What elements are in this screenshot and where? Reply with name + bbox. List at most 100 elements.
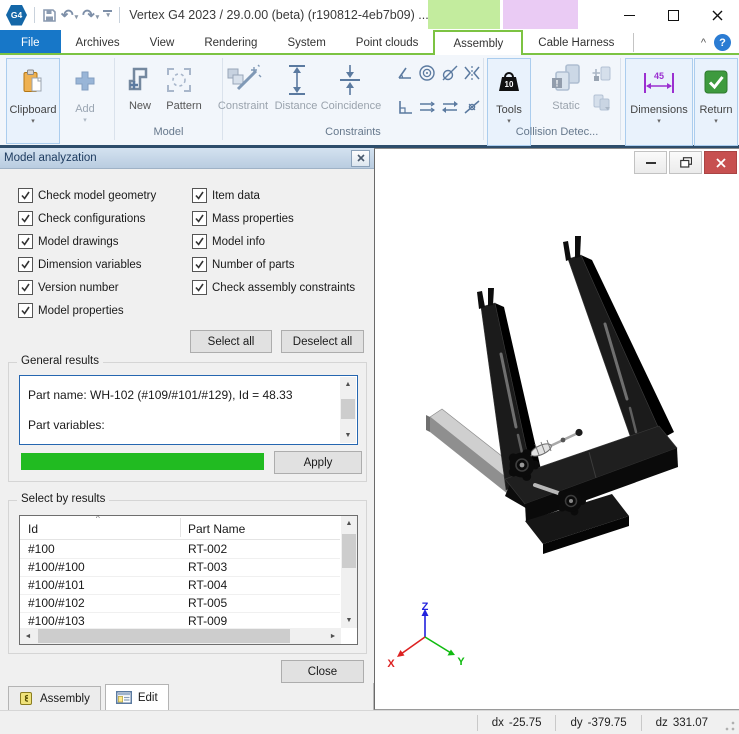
- add-button[interactable]: Add ▾: [62, 58, 108, 142]
- tangent-constraint-button[interactable]: [441, 64, 459, 85]
- tab-archives[interactable]: Archives: [61, 30, 135, 55]
- checkbox-mass-properties[interactable]: Mass properties: [192, 211, 294, 226]
- static-button[interactable]: !: [548, 63, 586, 96]
- close-dialog-button[interactable]: Close: [281, 660, 364, 683]
- coincidence-label[interactable]: Coincidence: [316, 100, 386, 112]
- undo-dropdown-icon[interactable]: ▾: [75, 14, 79, 23]
- redo-dropdown-icon[interactable]: ▾: [96, 14, 100, 23]
- table-row[interactable]: #100RT-002: [20, 540, 340, 559]
- undo-button[interactable]: ↶▾: [61, 8, 78, 23]
- collision-group-label: Collision Detec...: [487, 126, 627, 138]
- resize-grip[interactable]: [724, 720, 736, 732]
- angle-constraint-button[interactable]: [396, 65, 414, 84]
- collision-move-button[interactable]: [592, 93, 612, 114]
- scrollbar-thumb[interactable]: [38, 629, 290, 643]
- collision-move-icon: [592, 93, 612, 111]
- checkbox-check-model-geometry[interactable]: Check model geometry: [18, 188, 156, 203]
- clipboard-button[interactable]: Clipboard ▾: [6, 58, 60, 144]
- general-results-textarea[interactable]: Part name: WH-102 (#109/#101/#129), Id =…: [19, 375, 358, 445]
- dialog-titlebar[interactable]: Model analyzation: [0, 148, 374, 169]
- dimensions-button[interactable]: 45 Dimensions ▾: [625, 58, 693, 146]
- viewport-close-button[interactable]: [704, 151, 737, 174]
- opposed-constraint-button[interactable]: [441, 99, 459, 118]
- checkbox-icon: [192, 234, 207, 249]
- doc-tab-edit[interactable]: Edit: [105, 684, 169, 710]
- table-row[interactable]: #100/#100RT-003: [20, 558, 340, 577]
- scroll-up-arrow[interactable]: ▲: [340, 377, 356, 392]
- viewport-restore-button[interactable]: [669, 151, 702, 174]
- collapse-ribbon-button[interactable]: ^: [693, 30, 714, 55]
- parallel-constraint-button[interactable]: [418, 99, 436, 118]
- new-label[interactable]: New: [118, 100, 162, 112]
- minimize-button[interactable]: [607, 0, 651, 30]
- checkbox-model-drawings[interactable]: Model drawings: [18, 234, 119, 249]
- column-divider[interactable]: [180, 518, 181, 537]
- scrollbar-thumb[interactable]: [342, 534, 356, 568]
- table-header[interactable]: ^ Id Part Name: [20, 516, 340, 540]
- viewport-window-controls: [634, 151, 737, 174]
- save-button[interactable]: [42, 8, 57, 23]
- checkbox-number-of-parts[interactable]: Number of parts: [192, 257, 294, 272]
- constraint-label[interactable]: Constraint: [212, 100, 274, 112]
- close-button[interactable]: [695, 0, 739, 30]
- symmetry-constraint-button[interactable]: [463, 65, 481, 84]
- checkbox-model-properties[interactable]: Model properties: [18, 303, 124, 318]
- dialog-close-button[interactable]: [351, 150, 370, 167]
- results-vertical-scrollbar[interactable]: ▲ ▼: [340, 377, 356, 443]
- table-row[interactable]: #100/#101RT-004: [20, 576, 340, 595]
- constraints-group-label: Constraints: [223, 126, 483, 138]
- table-row[interactable]: #100/#102RT-005: [20, 594, 340, 613]
- scroll-down-arrow[interactable]: ▼: [340, 428, 356, 443]
- tab-rendering[interactable]: Rendering: [189, 30, 272, 55]
- tab-system[interactable]: System: [272, 30, 340, 55]
- assembly-tab-icon: [19, 691, 34, 706]
- pattern-label[interactable]: Pattern: [158, 100, 210, 112]
- scroll-up-arrow[interactable]: ▲: [341, 516, 357, 531]
- select-all-button[interactable]: Select all: [190, 330, 272, 353]
- scroll-left-arrow[interactable]: ◄: [20, 628, 36, 644]
- tab-point-clouds[interactable]: Point clouds: [341, 30, 434, 55]
- coincidence-button[interactable]: [338, 63, 362, 100]
- distance-button[interactable]: [286, 63, 308, 100]
- redo-button[interactable]: ↷▾: [82, 8, 99, 23]
- concentric-constraint-icon: [418, 64, 436, 82]
- viewport-minimize-button[interactable]: [634, 151, 667, 174]
- tab-cable-harness[interactable]: Cable Harness: [523, 30, 629, 55]
- table-horizontal-scrollbar[interactable]: ◄ ►: [20, 628, 341, 644]
- checkbox-version-number[interactable]: Version number: [18, 280, 119, 295]
- tab-view[interactable]: View: [135, 30, 190, 55]
- window-controls: [607, 0, 739, 30]
- apply-button[interactable]: Apply: [274, 451, 362, 474]
- tab-file[interactable]: File: [0, 30, 61, 55]
- collision-check-button[interactable]: [592, 65, 612, 86]
- concentric-constraint-button[interactable]: [418, 64, 436, 85]
- checkbox-model-info[interactable]: Model info: [192, 234, 265, 249]
- scroll-right-arrow[interactable]: ►: [325, 628, 341, 644]
- column-header-id[interactable]: Id: [28, 522, 38, 536]
- checkbox-check-assembly-constraints[interactable]: Check assembly constraints: [192, 280, 355, 295]
- table-vertical-scrollbar[interactable]: ▲ ▼: [341, 516, 357, 628]
- 3d-viewport[interactable]: Z X Y: [374, 148, 739, 710]
- perpendicular-constraint-button[interactable]: [396, 99, 414, 118]
- results-table: ^ Id Part Name #100RT-002 #100/#100RT-00…: [19, 515, 358, 645]
- checkbox-item-data[interactable]: Item data: [192, 188, 260, 203]
- skew-constraint-button[interactable]: [463, 99, 481, 118]
- app-logo-icon[interactable]: G4: [6, 5, 27, 26]
- scrollbar-thumb[interactable]: [341, 399, 355, 419]
- checkbox-dimension-variables[interactable]: Dimension variables: [18, 257, 142, 272]
- return-button[interactable]: Return ▾: [694, 58, 738, 146]
- pattern-button[interactable]: [164, 65, 194, 98]
- customize-quick-access-button[interactable]: ▾: [103, 10, 112, 21]
- constraint-button[interactable]: [226, 63, 262, 98]
- checkbox-check-configurations[interactable]: Check configurations: [18, 211, 145, 226]
- deselect-all-button[interactable]: Deselect all: [281, 330, 364, 353]
- maximize-button[interactable]: [651, 0, 695, 30]
- tab-assembly[interactable]: Assembly: [433, 30, 523, 55]
- scroll-down-arrow[interactable]: ▼: [341, 613, 357, 628]
- tools-weight-icon: 10: [496, 69, 522, 95]
- help-button[interactable]: ?: [714, 34, 731, 51]
- doc-tab-assembly[interactable]: Assembly: [8, 686, 101, 710]
- column-header-part-name[interactable]: Part Name: [188, 522, 245, 536]
- new-button[interactable]: [124, 65, 154, 98]
- result-line: Part variables:: [28, 418, 105, 432]
